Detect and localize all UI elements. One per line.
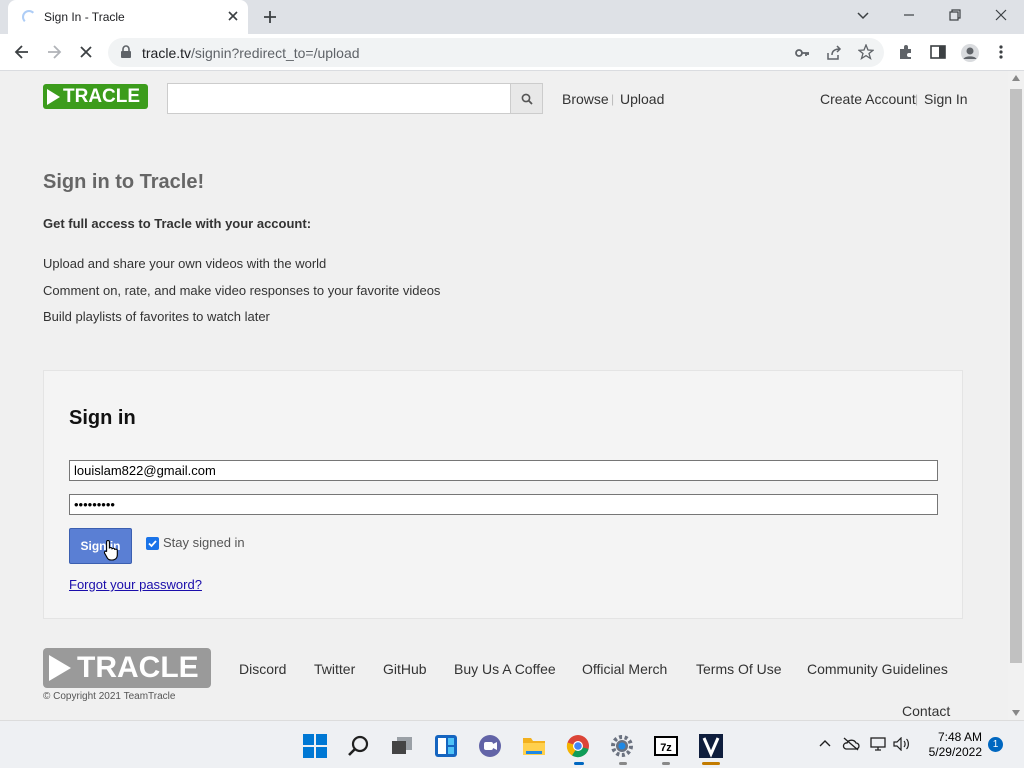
feature-item: Comment on, rate, and make video respons…	[43, 283, 441, 298]
scroll-up-arrow-icon[interactable]	[1012, 75, 1020, 81]
minimize-icon[interactable]	[902, 8, 916, 22]
forgot-password-link[interactable]: Forgot your password?	[69, 577, 202, 592]
vegas-icon[interactable]	[698, 733, 724, 759]
tab-search-chevron-icon[interactable]	[856, 8, 870, 22]
svg-text:7z: 7z	[660, 742, 672, 754]
search-button[interactable]	[510, 83, 543, 114]
signin-form-panel: Sign in louislam822@gmail.com ••••••••• …	[43, 370, 963, 619]
profile-avatar-icon[interactable]	[960, 43, 980, 63]
footer-link-discord[interactable]: Discord	[239, 661, 286, 677]
chrome-icon[interactable]	[565, 733, 591, 759]
new-tab-icon[interactable]	[262, 9, 278, 25]
browser-tab[interactable]: Sign In - Tracle	[8, 0, 248, 34]
tab-close-icon[interactable]	[226, 9, 240, 23]
footer-link-contact[interactable]: Contact	[902, 703, 950, 719]
chrome-active-indicator	[574, 762, 584, 765]
footer-link-buy-coffee[interactable]: Buy Us A Coffee	[454, 661, 556, 677]
play-logo-icon	[49, 655, 71, 681]
scrollbar-thumb[interactable]	[1010, 89, 1022, 663]
back-icon[interactable]	[13, 43, 31, 61]
system-clock[interactable]: 7:48 AM 5/29/2022	[920, 730, 982, 760]
footer-logo-text: TRACLE	[77, 651, 199, 684]
forward-icon[interactable]	[45, 43, 63, 61]
loading-spinner-icon	[22, 10, 36, 24]
notification-badge[interactable]: 1	[988, 737, 1003, 752]
url-path: /signin?redirect_to=/upload	[191, 45, 360, 61]
footer-link-terms[interactable]: Terms Of Use	[696, 661, 782, 677]
7zip-running-indicator	[662, 762, 670, 765]
address-bar[interactable]: tracle.tv/signin?redirect_to=/upload	[108, 38, 884, 67]
close-window-icon[interactable]	[994, 8, 1008, 22]
account-separator: |	[915, 92, 919, 106]
stop-loading-icon[interactable]	[77, 43, 95, 61]
footer-link-guidelines[interactable]: Community Guidelines	[807, 661, 948, 677]
footer-link-github[interactable]: GitHub	[383, 661, 427, 677]
page-title: Sign in to Tracle!	[43, 171, 205, 193]
sign-in-link[interactable]: Sign In	[924, 91, 968, 107]
lock-icon[interactable]	[120, 45, 132, 59]
create-account-link[interactable]: Create Account	[820, 91, 916, 107]
side-panel-icon[interactable]	[929, 43, 947, 61]
widgets-icon[interactable]	[433, 733, 459, 759]
copyright-text: © Copyright 2021 TeamTracle	[43, 691, 176, 702]
tab-title: Sign In - Tracle	[44, 10, 125, 24]
settings-icon[interactable]	[609, 733, 635, 759]
logo-text: TRACLE	[63, 86, 141, 107]
footer-logo[interactable]: TRACLE	[43, 648, 211, 688]
stay-signed-in-label[interactable]: Stay signed in	[163, 535, 245, 550]
site-logo[interactable]: TRACLE	[43, 84, 148, 109]
signin-heading: Sign in	[69, 407, 136, 429]
windows-taskbar: 7z 7:48 AM 5/29/2022 1	[0, 720, 1024, 768]
feature-item: Upload and share your own videos with th…	[43, 256, 327, 271]
network-icon[interactable]	[870, 737, 886, 751]
chat-icon[interactable]	[477, 733, 503, 759]
password-field[interactable]: •••••••••	[69, 494, 938, 515]
nav-separator: |	[611, 92, 615, 106]
browser-tabstrip: Sign In - Tracle	[0, 0, 1024, 34]
windows-start-icon[interactable]	[302, 733, 328, 759]
footer-link-merch[interactable]: Official Merch	[582, 661, 667, 677]
nav-upload-link[interactable]: Upload	[620, 91, 664, 107]
play-logo-icon	[47, 89, 60, 105]
browser-menu-icon[interactable]	[997, 43, 1005, 61]
7zip-icon[interactable]: 7z	[653, 733, 679, 759]
search-icon[interactable]	[346, 733, 372, 759]
tray-chevron-up-icon[interactable]	[818, 737, 832, 751]
feature-item: Build playlists of favorites to watch la…	[43, 309, 270, 324]
search-icon	[521, 93, 533, 105]
extensions-puzzle-icon[interactable]	[897, 43, 915, 61]
clock-date: 5/29/2022	[928, 745, 982, 759]
vegas-running-indicator	[702, 762, 720, 765]
share-icon[interactable]	[826, 45, 842, 61]
browser-toolbar: tracle.tv/signin?redirect_to=/upload	[0, 34, 1024, 71]
url-host: tracle.tv	[142, 45, 192, 61]
search-input[interactable]	[167, 83, 511, 114]
restore-icon[interactable]	[948, 8, 962, 22]
onedrive-offline-icon[interactable]	[842, 737, 860, 751]
page-scrollbar[interactable]	[1008, 71, 1024, 720]
settings-running-indicator	[619, 762, 627, 765]
address-url: tracle.tv/signin?redirect_to=/upload	[142, 45, 360, 61]
web-page: TRACLE Browse | Upload Create Account | …	[0, 71, 1008, 720]
file-explorer-icon[interactable]	[521, 733, 547, 759]
hand-cursor-icon	[103, 539, 119, 561]
stay-signed-in-checkbox[interactable]	[146, 537, 159, 550]
scroll-down-arrow-icon[interactable]	[1012, 710, 1020, 716]
password-key-icon[interactable]	[794, 45, 810, 61]
task-view-icon[interactable]	[389, 733, 415, 759]
bookmark-star-icon[interactable]	[858, 44, 874, 60]
signin-submit-button[interactable]: Sign in	[69, 528, 132, 564]
page-subtitle: Get full access to Tracle with your acco…	[43, 216, 312, 231]
nav-browse-link[interactable]: Browse	[562, 91, 609, 107]
volume-icon[interactable]	[893, 737, 911, 751]
footer-link-twitter[interactable]: Twitter	[314, 661, 355, 677]
clock-time: 7:48 AM	[937, 730, 982, 744]
email-field[interactable]: louislam822@gmail.com	[69, 460, 938, 481]
